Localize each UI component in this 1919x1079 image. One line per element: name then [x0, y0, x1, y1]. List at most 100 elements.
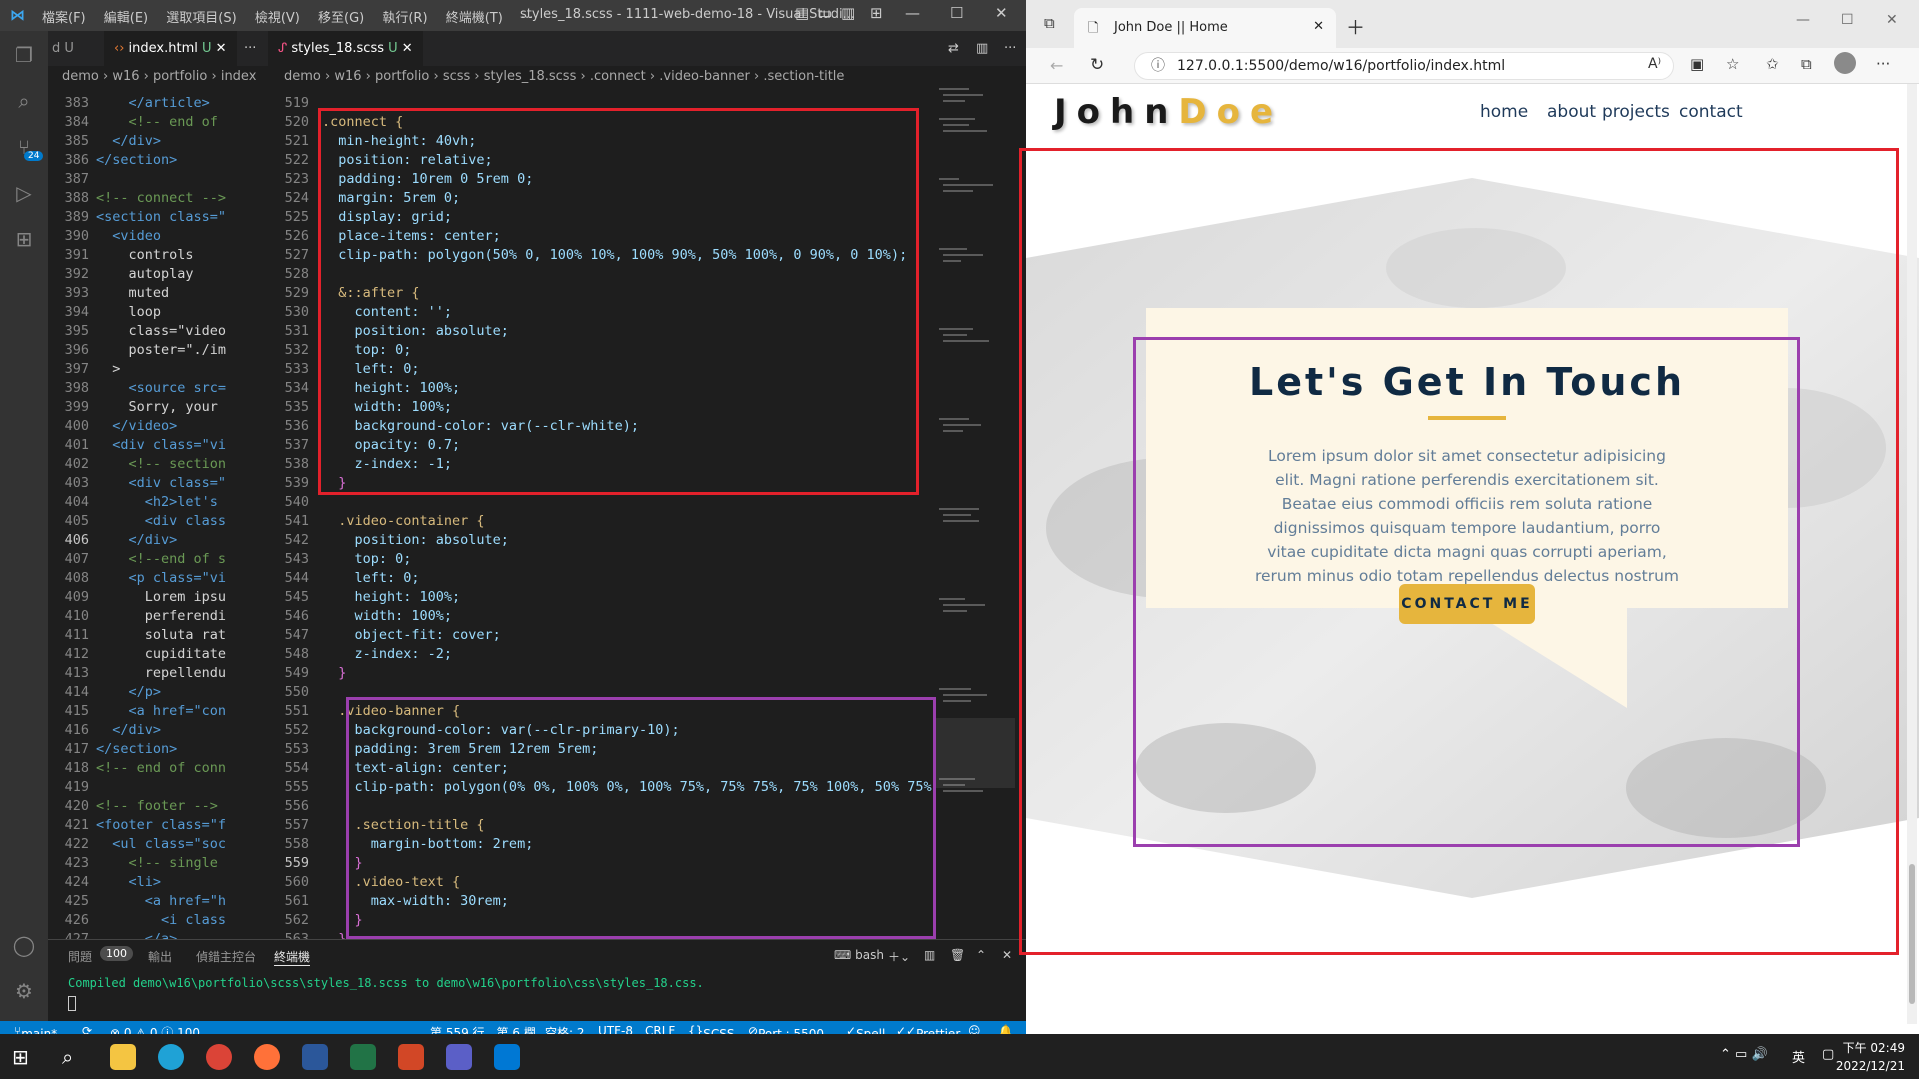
start-icon[interactable]: ⊞	[12, 1045, 29, 1069]
trash-icon[interactable]: 🗑	[950, 948, 965, 962]
site-info-icon[interactable]: ⓘ	[1151, 53, 1165, 79]
crumb-item[interactable]: portfolio	[153, 69, 207, 84]
code-line[interactable]: <a href="h	[96, 892, 226, 911]
minimize-icon[interactable]: —	[905, 4, 920, 22]
vscode-taskbar-icon[interactable]	[494, 1044, 520, 1070]
code-line[interactable]: <p class="vi	[96, 569, 227, 588]
code-line[interactable]: </div>	[96, 531, 178, 550]
code-line[interactable]: <!-- section	[96, 455, 227, 474]
menu-file[interactable]: 檔案(F)	[42, 11, 86, 26]
code-line[interactable]: class="video	[96, 322, 227, 341]
ime-indicator[interactable]: 英	[1792, 1047, 1805, 1066]
search-icon[interactable]: ⌕	[12, 89, 36, 113]
crumb-item[interactable]: .video-banner	[659, 69, 750, 84]
immersive-reader-icon[interactable]: ▣	[1690, 55, 1704, 73]
tab-prev[interactable]: d U	[48, 31, 84, 66]
code-line[interactable]: perferendi	[96, 607, 226, 626]
nav-projects[interactable]: projects	[1602, 102, 1670, 122]
taskbar-search-icon[interactable]: ⌕	[62, 1045, 73, 1069]
customize-layout-icon[interactable]: ⊞	[870, 4, 883, 22]
notification-center-icon[interactable]: ▢	[1822, 1047, 1834, 1062]
code-line[interactable]: loop	[96, 303, 162, 322]
crumb-item[interactable]: demo	[62, 69, 99, 84]
code-line[interactable]: <!-- end of conn	[96, 759, 226, 778]
code-line[interactable]: muted	[96, 284, 170, 303]
read-aloud-icon[interactable]: A⁾	[1648, 56, 1661, 72]
crumb-item[interactable]: portfolio	[375, 69, 429, 84]
layout-panel-icon[interactable]: ▭	[818, 4, 832, 22]
code-line[interactable]: </div>	[96, 721, 161, 740]
code-line[interactable]: controls	[96, 246, 194, 265]
code-line[interactable]: left: 0;	[322, 569, 420, 588]
edge-icon[interactable]	[158, 1044, 184, 1070]
code-line[interactable]: <video	[96, 227, 161, 246]
tab-actions-icon[interactable]: ⧉	[1044, 14, 1055, 32]
minimap[interactable]	[935, 88, 1015, 938]
excel-icon[interactable]	[350, 1044, 376, 1070]
code-line[interactable]: Sorry, your	[96, 398, 218, 417]
browser-maximize-icon[interactable]: ☐	[1841, 12, 1854, 28]
code-line[interactable]: .video-container {	[322, 512, 484, 531]
layout-sidebar-icon[interactable]: ▤	[795, 4, 809, 22]
word-icon[interactable]	[302, 1044, 328, 1070]
profile-avatar[interactable]	[1834, 52, 1856, 74]
code-line[interactable]: <div class="vi	[96, 436, 226, 455]
code-line[interactable]: autoplay	[96, 265, 194, 284]
url-field[interactable]: ⓘ 127.0.0.1:5500/demo/w16/portfolio/inde…	[1134, 52, 1674, 80]
code-line[interactable]: <i class	[96, 911, 226, 930]
code-line[interactable]: <h2>let's	[96, 493, 218, 512]
crumb-item[interactable]: styles_18.scss	[484, 69, 577, 84]
code-line[interactable]: repellendu	[96, 664, 226, 683]
code-line[interactable]: <!-- footer -->	[96, 797, 218, 816]
terminal-shell-label[interactable]: ⌨ bash	[834, 948, 884, 962]
code-line[interactable]: >	[96, 360, 120, 379]
page-scrollbar[interactable]	[1907, 84, 1917, 1024]
collections-icon[interactable]: ⧉	[1801, 55, 1812, 73]
panel-tab-output[interactable]: 輸出	[148, 948, 172, 965]
tab-index-html[interactable]: ‹› index.html U ✕	[104, 31, 237, 66]
code-line[interactable]: </p>	[96, 683, 162, 702]
crumb-item[interactable]: .section-title	[763, 69, 844, 84]
more-actions-icon[interactable]: ···	[234, 31, 266, 66]
code-line[interactable]: Lorem ipsu	[96, 588, 226, 607]
browser-tab-close-icon[interactable]: ✕	[1313, 19, 1324, 34]
firefox-icon[interactable]	[254, 1044, 280, 1070]
back-icon[interactable]: ←	[1050, 56, 1063, 75]
code-line[interactable]: }	[322, 664, 346, 683]
code-line[interactable]: <div class="	[96, 474, 227, 493]
file-explorer-icon[interactable]	[110, 1044, 136, 1070]
code-line[interactable]: </video>	[96, 417, 177, 436]
code-line[interactable]: width: 100%;	[322, 607, 453, 626]
code-line[interactable]: cupiditate	[96, 645, 226, 664]
menu-terminal[interactable]: 終端機(T)	[446, 11, 503, 26]
menu-view[interactable]: 檢視(V)	[255, 11, 300, 26]
system-tray-icons[interactable]: ⌃ ▭ 🔊	[1720, 1047, 1768, 1062]
close-icon[interactable]: ✕	[995, 4, 1008, 22]
new-terminal-icon[interactable]: ＋⌄	[888, 948, 910, 965]
powerpoint-icon[interactable]	[398, 1044, 424, 1070]
teams-icon[interactable]	[446, 1044, 472, 1070]
code-line[interactable]: </article>	[96, 94, 210, 113]
compare-icon[interactable]: ⇄	[938, 31, 969, 66]
code-line[interactable]: </a>	[96, 930, 178, 939]
clock[interactable]: 下午 02:49 2022/12/21	[1836, 1039, 1905, 1075]
tab-close-icon[interactable]: ✕	[216, 41, 227, 56]
code-line[interactable]: top: 0;	[322, 550, 412, 569]
split-terminal-icon[interactable]: ▥	[924, 948, 935, 962]
crumb-item[interactable]: .connect	[590, 69, 646, 84]
crumb-item[interactable]: w16	[334, 69, 361, 84]
add-favorite-icon[interactable]: ☆	[1726, 55, 1739, 73]
nav-contact[interactable]: contact	[1679, 102, 1743, 122]
browser-close-icon[interactable]: ✕	[1886, 12, 1898, 28]
settings-more-icon[interactable]: ···	[1876, 55, 1890, 73]
more-actions-icon[interactable]: ···	[994, 31, 1026, 66]
code-line[interactable]: position: absolute;	[322, 531, 509, 550]
favorites-icon[interactable]: ✩	[1766, 55, 1779, 73]
code-line[interactable]: <!-- connect -->	[96, 189, 226, 208]
code-line[interactable]: z-index: -2;	[322, 645, 453, 664]
code-line[interactable]: </section>	[96, 740, 177, 759]
code-line[interactable]: poster="./im	[96, 341, 227, 360]
panel-tab-problems[interactable]: 問題	[68, 948, 92, 965]
refresh-icon[interactable]: ↻	[1090, 55, 1104, 75]
menu-run[interactable]: 執行(R)	[382, 11, 427, 26]
